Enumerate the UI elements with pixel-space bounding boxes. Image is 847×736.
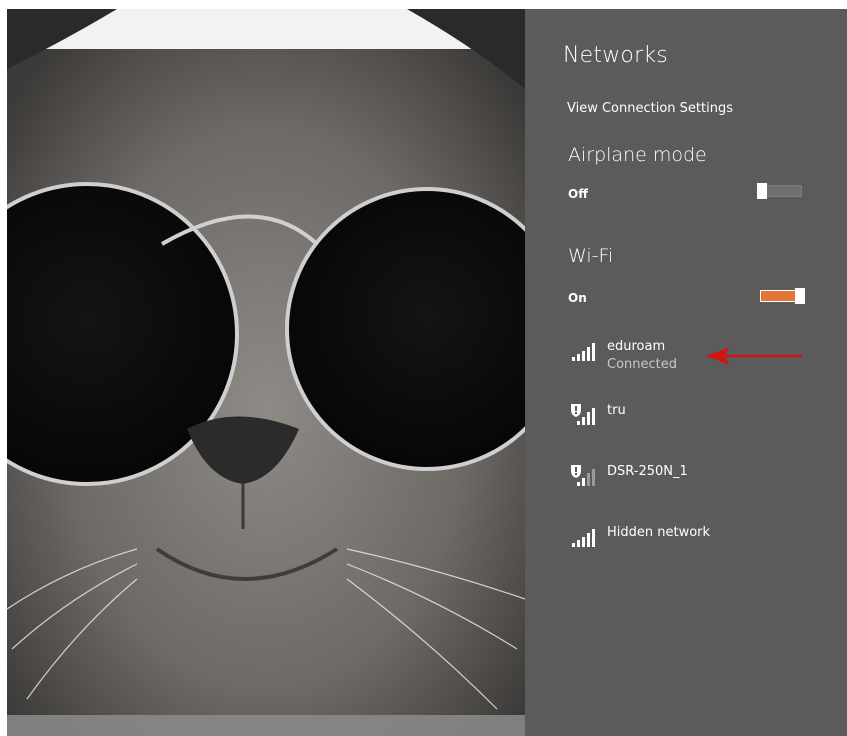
wifi-signal-icon (572, 529, 595, 547)
network-item-dsr-250n-1[interactable]: DSR-250N_1 (570, 464, 820, 504)
toggle-thumb (795, 288, 805, 304)
network-item-hidden-network[interactable]: Hidden network (570, 525, 820, 565)
wallpaper-bottom-strip (7, 715, 525, 736)
airplane-mode-state: Off (568, 187, 588, 201)
airplane-mode-title: Airplane mode (568, 144, 707, 166)
view-connection-settings-link[interactable]: View Connection Settings (567, 101, 733, 116)
red-arrow-icon (706, 347, 802, 365)
network-name: eduroam (607, 339, 666, 354)
network-item-tru[interactable]: tru (570, 403, 820, 443)
network-name: DSR-250N_1 (607, 464, 688, 479)
network-name: Hidden network (607, 525, 711, 540)
desktop-wallpaper (7, 9, 525, 736)
toggle-thumb (757, 183, 767, 199)
wifi-signal-icon (572, 343, 595, 361)
network-name: tru (607, 403, 626, 418)
wifi-secured-icon (571, 465, 595, 486)
networks-panel: Networks View Connection Settings Airpla… (525, 9, 847, 736)
wifi-state: On (568, 291, 587, 305)
wifi-secured-icon (571, 404, 595, 425)
wifi-toggle[interactable] (757, 288, 805, 304)
network-status: Connected (607, 357, 678, 372)
wifi-title: Wi-Fi (568, 245, 614, 267)
airplane-mode-toggle[interactable] (757, 183, 805, 199)
panel-title: Networks (563, 43, 668, 68)
